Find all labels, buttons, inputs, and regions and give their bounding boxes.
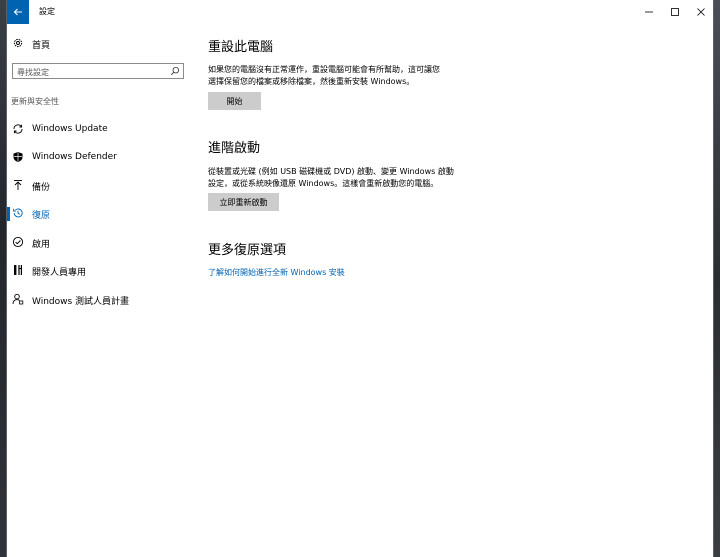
advanced-startup-description: 從裝置或光碟 (例如 USB 磁碟機或 DVD) 啟動、變更 Windows 啟…	[208, 166, 498, 190]
maximize-button[interactable]	[661, 0, 689, 24]
advanced-startup-heading: 進階啟動	[208, 141, 261, 156]
minimize-button[interactable]	[635, 0, 663, 24]
shield-icon	[13, 152, 23, 162]
restart-now-button[interactable]: 立即重新啟動	[208, 193, 279, 211]
back-arrow-icon	[13, 8, 22, 16]
window-title: 設定	[39, 7, 55, 16]
sidebar-item-activation[interactable]: 啟用	[7, 233, 187, 253]
desktop-background-left	[0, 0, 7, 557]
sidebar-item-backup[interactable]: 備份	[7, 176, 187, 196]
backup-arrow-icon	[14, 180, 22, 190]
sidebar-item-label: Windows Update	[32, 124, 108, 134]
sidebar-item-home[interactable]: 首頁	[7, 34, 187, 54]
reset-pc-description-line: 選擇保留您的檔案或移除檔案，然後重新安裝 Windows。	[208, 77, 415, 86]
search-placeholder: 尋找設定	[17, 68, 49, 77]
checkmark-circle-icon	[12, 236, 24, 248]
selection-indicator	[7, 207, 10, 221]
sidebar-item-windows-defender[interactable]: Windows Defender	[7, 148, 187, 168]
sidebar-item-developers[interactable]: 開發人員專用	[7, 261, 187, 281]
reset-pc-heading: 重設此電腦	[208, 40, 274, 55]
sync-icon	[13, 124, 23, 134]
settings-window: 設定 首頁 尋找設定 更新與安全性 Windows Update Windows…	[7, 0, 713, 557]
minimize-icon	[645, 11, 653, 13]
reset-pc-description-line: 如果您的電腦沒有正常運作，重設電腦可能會有所幫助，這可讓您	[208, 65, 440, 74]
title-bar: 設定	[7, 0, 713, 24]
desktop-background-right	[713, 0, 720, 557]
close-icon	[697, 8, 705, 16]
sidebar-item-windows-insider[interactable]: Windows 測試人員計畫	[7, 290, 187, 310]
sidebar-item-label: 復原	[32, 211, 51, 221]
search-input[interactable]: 尋找設定	[12, 63, 184, 79]
fresh-install-link[interactable]: 了解如何開始進行全新 Windows 安裝	[208, 267, 345, 278]
sidebar-item-label: Windows Defender	[32, 152, 117, 162]
close-button[interactable]	[687, 0, 713, 24]
get-started-button[interactable]: 開始	[208, 92, 261, 110]
sidebar-item-label: 開發人員專用	[32, 268, 87, 278]
gear-icon	[13, 38, 23, 48]
advanced-startup-description-line: 設定，或從系統映像還原 Windows。這樣會重新啟動您的電腦。	[208, 179, 439, 188]
sidebar-item-recovery[interactable]: 復原	[7, 204, 187, 224]
advanced-startup-description-line: 從裝置或光碟 (例如 USB 磁碟機或 DVD) 啟動、變更 Windows 啟…	[208, 167, 454, 176]
sidebar-item-label: 備份	[32, 183, 51, 193]
more-recovery-options-heading: 更多復原選項	[208, 243, 287, 258]
reset-pc-description: 如果您的電腦沒有正常運作，重設電腦可能會有所幫助，這可讓您 選擇保留您的檔案或移…	[208, 64, 498, 88]
back-button[interactable]	[7, 0, 29, 24]
sidebar-item-label: 啟用	[32, 240, 51, 250]
maximize-icon	[671, 8, 679, 16]
developer-tools-icon	[14, 265, 22, 275]
sidebar-item-label: Windows 測試人員計畫	[32, 297, 130, 307]
sidebar-item-label: 首頁	[32, 41, 51, 51]
person-insider-icon	[12, 293, 24, 305]
history-icon	[13, 208, 23, 218]
section-heading: 更新與安全性	[11, 97, 59, 106]
sidebar-item-windows-update[interactable]: Windows Update	[7, 120, 187, 140]
search-icon	[170, 66, 180, 76]
